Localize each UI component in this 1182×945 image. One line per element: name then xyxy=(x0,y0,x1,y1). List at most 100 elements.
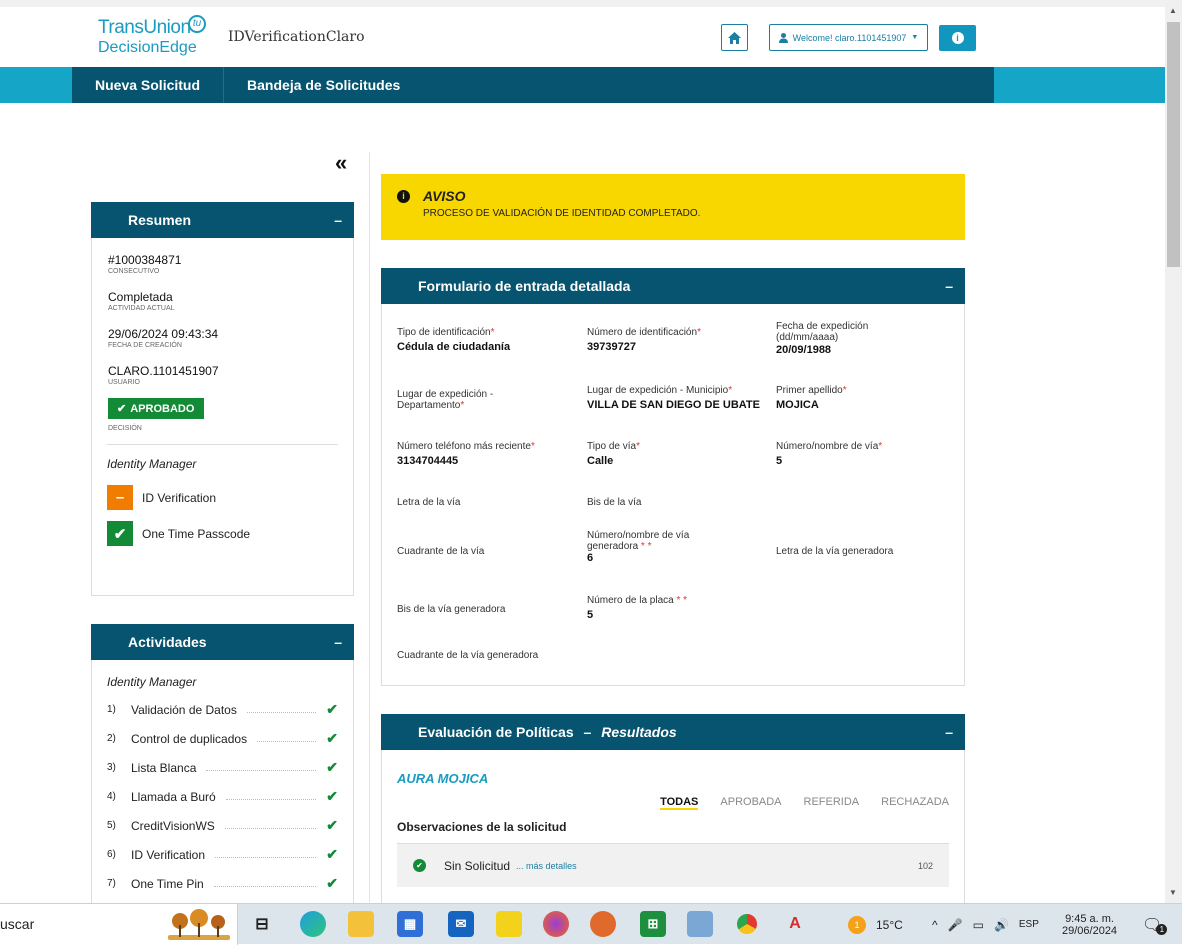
observation-code: 102 xyxy=(917,860,933,871)
app-icon[interactable] xyxy=(590,911,616,937)
field-value: 5 xyxy=(776,455,783,467)
edge-icon[interactable] xyxy=(300,911,326,937)
field-tipo-identificacion: Tipo de identificación* Cédula de ciudad… xyxy=(397,327,511,353)
system-tray: ^ 🎤 ▭ 🔊 ESP xyxy=(932,904,1039,945)
approved-badge: ✔ APROBADO xyxy=(108,398,205,419)
file-explorer-icon[interactable] xyxy=(348,911,374,937)
collapse-toggle-icon[interactable]: – xyxy=(334,634,342,650)
nav-nueva-solicitud[interactable]: Nueva Solicitud xyxy=(72,67,225,103)
home-button[interactable] xyxy=(721,24,748,51)
eval-header[interactable]: Evaluación de Políticas – Resultados – xyxy=(381,714,965,750)
field-letra-via-generadora: Letra de la vía generadora xyxy=(776,546,893,557)
scroll-up-icon[interactable]: ▲ xyxy=(1169,6,1177,15)
policy-evaluation-panel: Evaluación de Políticas – Resultados – A… xyxy=(381,714,965,904)
item-number: 4) xyxy=(107,791,116,802)
task-view-icon[interactable]: ⊟ xyxy=(249,911,275,937)
item-label: Lista Blanca xyxy=(131,760,197,775)
form-detail-panel: Formulario de entrada detallada – Tipo d… xyxy=(381,268,965,686)
firefox-icon[interactable] xyxy=(543,911,569,937)
sticky-notes-icon[interactable] xyxy=(496,911,522,937)
item-number: 6) xyxy=(107,849,116,860)
notifications-button[interactable]: 🗨 1 xyxy=(1142,904,1168,945)
network-icon[interactable]: ▭ xyxy=(973,918,984,932)
info-button[interactable]: i xyxy=(939,25,976,51)
usuario-item: CLARO.1101451907 USUARIO xyxy=(92,364,353,386)
module-label: One Time Passcode xyxy=(142,526,251,541)
list-item: 5) CreditVisionWS ✔ xyxy=(92,811,353,840)
logo-badge: tu xyxy=(188,15,206,33)
weather-widget[interactable]: 1 15°C xyxy=(848,904,903,945)
check-icon: ✔ xyxy=(326,875,338,891)
field-bis-via: Bis de la vía xyxy=(587,497,641,508)
item-label: ID Verification xyxy=(131,847,206,862)
volume-icon[interactable]: 🔊 xyxy=(994,918,1009,932)
field-value: 20/09/1988 xyxy=(776,344,832,356)
module-id-verification[interactable]: – ID Verification xyxy=(92,485,353,510)
notice-banner: i AVISO PROCESO DE VALIDACIÓN DE IDENTID… xyxy=(381,174,965,240)
field-letra-via: Letra de la vía xyxy=(397,497,460,508)
clock[interactable]: 9:45 a. m. 29/06/2024 xyxy=(1062,904,1117,945)
decision-item: ✔ APROBADO DECISIÓN xyxy=(92,398,353,432)
field-numero-via-generadora: Número/nombre de vía generadora * * 6 xyxy=(587,530,690,564)
tab-rechazada[interactable]: RECHAZADA xyxy=(881,796,949,810)
field-numero-via: Número/nombre de vía* 5 xyxy=(776,441,883,467)
info-icon: i xyxy=(397,189,410,203)
resumen-panel: Resumen – #1000384871 CONSECUTIVO Comple… xyxy=(91,202,354,596)
acrobat-icon[interactable]: A xyxy=(782,911,808,937)
scroll-down-icon[interactable]: ▼ xyxy=(1169,888,1177,897)
user-icon xyxy=(778,32,788,43)
nav-bandeja-solicitudes[interactable]: Bandeja de Solicitudes xyxy=(224,67,423,103)
actividades-header[interactable]: Actividades – xyxy=(91,624,354,660)
item-label: Validación de Datos xyxy=(131,702,237,717)
user-menu-button[interactable]: Welcome! claro.1101451907 ▼ xyxy=(769,24,928,51)
field-label: Tipo de vía xyxy=(587,441,637,452)
search-highlight-trees-icon xyxy=(168,909,230,940)
tab-aprobada[interactable]: APROBADA xyxy=(720,796,781,810)
more-details-link[interactable]: ... más detalles xyxy=(516,861,577,871)
scroll-thumb[interactable] xyxy=(1167,22,1180,267)
module-label: ID Verification xyxy=(142,490,217,505)
collapse-toggle-icon[interactable]: – xyxy=(945,278,953,294)
observation-row: ✔ Sin Solicitud ... más detalles 102 xyxy=(397,843,949,887)
spreadsheet-icon[interactable]: ⊞ xyxy=(640,911,666,937)
field-label: Cuadrante de la vía xyxy=(397,546,485,557)
dotted-leader xyxy=(213,886,317,887)
tab-referida[interactable]: REFERIDA xyxy=(804,796,860,810)
module-otp[interactable]: ✔ One Time Passcode xyxy=(92,521,353,546)
temperature-text: 15°C xyxy=(876,917,903,932)
transunion-logo[interactable]: TransUnion DecisionEdge tu xyxy=(98,15,206,57)
chevron-up-icon[interactable]: ^ xyxy=(932,918,938,932)
observation-label: Sin Solicitud xyxy=(444,858,511,873)
applicant-name: AURA MOJICA xyxy=(397,771,489,786)
form-header[interactable]: Formulario de entrada detallada – xyxy=(381,268,965,304)
collapse-toggle-icon[interactable]: – xyxy=(334,212,342,228)
tab-todas[interactable]: TODAS xyxy=(660,796,699,810)
eval-dash: – xyxy=(583,724,592,740)
field-tipo-via: Tipo de vía* Calle xyxy=(587,441,641,467)
main-navbar: Nueva Solicitud Bandeja de Solicitudes xyxy=(0,67,1165,103)
field-label: Fecha de expedición xyxy=(776,321,869,332)
language-indicator[interactable]: ESP xyxy=(1019,919,1039,930)
mail-icon[interactable]: ✉ xyxy=(448,911,474,937)
field-label: Número teléfono más reciente xyxy=(397,441,531,452)
home-icon xyxy=(728,31,741,44)
weather-sun-icon: 1 xyxy=(848,915,866,934)
field-label: Tipo de identificación xyxy=(397,327,491,338)
collapse-toggle-icon[interactable]: – xyxy=(945,724,953,740)
collapse-sidebar-icon[interactable]: « xyxy=(335,150,347,176)
page-scrollbar[interactable]: ▲ ▼ xyxy=(1165,0,1182,903)
microphone-icon[interactable]: 🎤 xyxy=(948,918,963,932)
top-header: TransUnion DecisionEdge tu IDVerificatio… xyxy=(0,0,1165,67)
list-item: 4) Llamada a Buró ✔ xyxy=(92,782,353,811)
field-value: 3134704445 xyxy=(397,455,459,467)
field-label: Número de identificación xyxy=(587,327,698,338)
chrome-icon[interactable] xyxy=(734,911,760,937)
fecha-item: 29/06/2024 09:43:34 FECHA DE CREACIÓN xyxy=(92,327,353,349)
resumen-header[interactable]: Resumen – xyxy=(91,202,354,238)
notes-icon[interactable] xyxy=(687,911,713,937)
check-icon: ✔ xyxy=(326,730,338,746)
field-value: Calle xyxy=(587,455,614,467)
field-label: Número/nombre de vía xyxy=(776,441,879,452)
taskbar-search-input[interactable]: uscar xyxy=(0,904,238,945)
store-icon[interactable]: ▦ xyxy=(397,911,423,937)
